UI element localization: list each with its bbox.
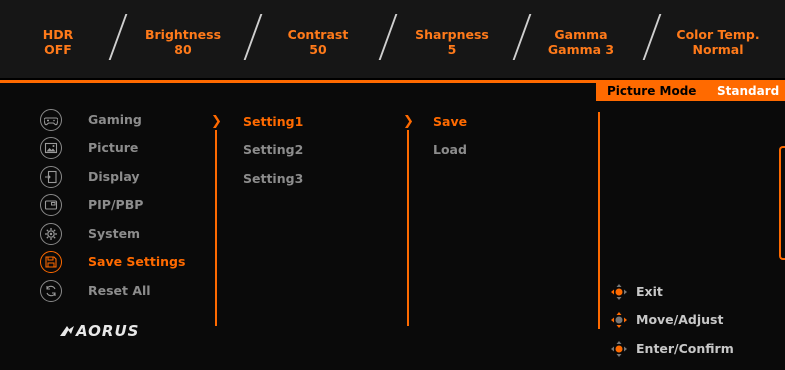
menu-item-label: Save Settings — [88, 254, 186, 269]
column-divider — [598, 112, 600, 329]
menu-item-label: Reset All — [88, 283, 151, 298]
hint-label: Move/Adjust — [636, 312, 724, 327]
submenu-item-setting3[interactable]: Setting3 — [243, 171, 303, 186]
selection-arrow-icon: ❯ — [403, 114, 414, 129]
gear-icon — [40, 223, 62, 245]
reset-icon — [40, 280, 62, 302]
status-color-temp: Color Temp. Normal — [658, 27, 778, 57]
brand-logo: AORUS — [76, 322, 140, 340]
menu-item-label: Picture — [88, 140, 139, 155]
joystick-move-icon — [611, 312, 627, 328]
status-brightness-label: Brightness — [144, 27, 222, 42]
status-brightness: Brightness 80 — [123, 27, 243, 57]
status-hdr-label: HDR — [42, 27, 74, 42]
aorus-eagle-icon — [60, 326, 74, 336]
action-load[interactable]: Load — [433, 142, 467, 157]
selection-arrow-icon: ❯ — [211, 114, 222, 129]
joystick-press-icon — [611, 341, 627, 357]
status-contrast-value: 50 — [309, 42, 327, 57]
status-color-temp-value: Normal — [692, 42, 744, 57]
status-hdr: HDR OFF — [0, 27, 118, 57]
picture-mode-label: Picture Mode — [607, 84, 697, 98]
status-hdr-value: OFF — [44, 42, 72, 57]
picture-mode-value: Standard — [717, 84, 780, 98]
menu-item-pip-pbp[interactable]: PIP/PBP — [40, 194, 215, 218]
save-icon — [40, 251, 62, 273]
display-input-icon — [40, 166, 62, 188]
status-sharpness-value: 5 — [447, 42, 457, 57]
action-save[interactable]: Save — [433, 114, 467, 129]
menu-item-gaming[interactable]: Gaming — [40, 109, 215, 133]
menu-item-label: System — [88, 226, 141, 241]
gamepad-icon — [40, 109, 62, 131]
column-divider — [407, 130, 409, 326]
status-contrast-label: Contrast — [287, 27, 349, 42]
submenu-item-setting2[interactable]: Setting2 — [243, 142, 303, 157]
menu-item-system[interactable]: System — [40, 223, 215, 247]
joystick-left-icon — [611, 284, 627, 300]
status-gamma-label: Gamma — [554, 27, 608, 42]
hint-label: Exit — [636, 284, 663, 299]
status-sharpness: Sharpness 5 — [392, 27, 512, 57]
pip-icon — [40, 194, 62, 216]
status-contrast: Contrast 50 — [258, 27, 378, 57]
status-bar: HDR OFF Brightness 80 Contrast 50 Sharpn… — [0, 0, 785, 78]
menu-item-picture[interactable]: Picture — [40, 137, 215, 161]
menu-item-label: Display — [88, 169, 140, 184]
side-scroll-tab[interactable] — [779, 146, 785, 260]
osd-window: HDR OFF Brightness 80 Contrast 50 Sharpn… — [0, 0, 785, 370]
status-gamma: Gamma Gamma 3 — [521, 27, 641, 57]
status-gamma-value: Gamma 3 — [547, 42, 615, 57]
status-sharpness-label: Sharpness — [415, 27, 489, 42]
status-color-temp-label: Color Temp. — [676, 27, 760, 42]
picture-icon — [40, 137, 62, 159]
status-brightness-value: 80 — [174, 42, 192, 57]
submenu-item-setting1[interactable]: Setting1 — [243, 114, 303, 129]
menu-item-reset-all[interactable]: Reset All — [40, 280, 215, 304]
menu-item-label: PIP/PBP — [88, 197, 144, 212]
hint-label: Enter/Confirm — [636, 341, 734, 356]
menu-item-display[interactable]: Display — [40, 166, 215, 190]
menu-item-label: Gaming — [88, 112, 142, 127]
menu-item-save-settings[interactable]: Save Settings — [40, 251, 215, 275]
column-divider — [215, 130, 217, 326]
